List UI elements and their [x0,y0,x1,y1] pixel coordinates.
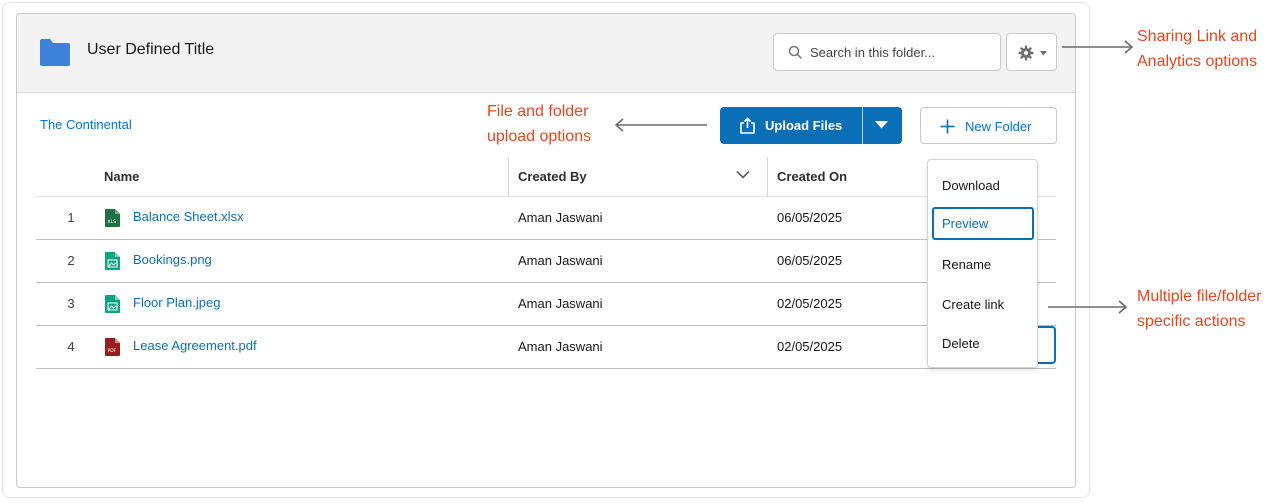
chevron-down-icon [875,121,888,129]
menu-item-label: Delete [942,336,980,351]
menu-item-label: Preview [942,216,989,231]
row-number: 3 [67,296,75,311]
image-file-icon [105,252,120,270]
search-icon [788,45,802,59]
menu-item-download[interactable]: Download [932,169,1034,202]
menu-item-label: Download [942,178,1000,193]
annotation-upload: File and folder upload options [487,99,591,149]
row-number: 4 [67,339,75,354]
created-by-cell: Aman Jaswani [518,296,603,311]
annotation-sharing: Sharing Link and Analytics options [1137,24,1257,74]
new-folder-button[interactable]: New Folder [920,107,1057,144]
card-header: User Defined Title [17,14,1075,93]
excel-file-icon: XLS [105,209,120,227]
svg-text:PDF: PDF [108,348,117,354]
created-on-cell: 06/05/2025 [777,210,843,225]
annotation-text: Analytics options [1137,53,1258,70]
settings-menu-button[interactable] [1006,33,1057,71]
upload-button-group: Upload Files [720,107,902,144]
annotation-arrow-right [1062,40,1134,54]
menu-item-delete[interactable]: Delete [932,327,1034,360]
table-row[interactable]: 2 Bookings.png Aman Jaswani 06/05/2025 [36,240,1056,283]
chevron-down-icon[interactable] [736,170,750,179]
upload-files-button[interactable]: Upload Files [720,107,862,144]
annotation-text: specific actions [1137,313,1246,330]
annotation-text: Sharing Link and [1137,28,1258,45]
menu-item-label: Create link [942,297,1005,312]
menu-item-label: Rename [942,257,992,272]
file-name-link[interactable]: Bookings.png [133,252,212,267]
breadcrumb[interactable]: The Continental [40,117,132,132]
created-by-cell: Aman Jaswani [518,339,603,354]
annotation-actions: Multiple file/folder specific actions [1137,284,1262,334]
annotation-text: Multiple file/folder [1137,288,1262,305]
table-row[interactable]: 1 XLS Balance Sheet.xlsx Aman Jaswani 06… [36,197,1056,240]
annotation-text: upload options [487,128,592,145]
column-header-name[interactable]: Name [104,169,139,184]
pdf-file-icon: PDF [105,338,120,356]
created-by-cell: Aman Jaswani [518,253,603,268]
row-number: 2 [67,253,75,268]
image-file-icon [105,295,120,313]
upload-icon [740,117,755,134]
annotation-text: File and folder [487,103,589,120]
table-row[interactable]: 4 PDF Lease Agreement.pdf Aman Jaswani 0… [36,326,1056,369]
svg-text:XLS: XLS [108,219,117,225]
file-name-link[interactable]: Floor Plan.jpeg [133,295,220,310]
file-name-link[interactable]: Balance Sheet.xlsx [133,209,244,224]
upload-files-label: Upload Files [765,118,843,133]
annotation-arrow-left [614,118,707,132]
gear-icon [1018,45,1034,61]
new-folder-label: New Folder [965,119,1032,134]
file-name-link[interactable]: Lease Agreement.pdf [133,338,257,353]
table-header: Name Created By Created On [36,157,1056,197]
upload-options-dropdown[interactable] [863,107,902,144]
row-actions-menu: Download Preview Rename Create link Dele… [927,159,1038,368]
row-number: 1 [67,210,75,225]
created-on-cell: 02/05/2025 [777,296,843,311]
page-title: User Defined Title [87,41,215,58]
folder-icon [40,39,70,66]
annotation-arrow-right [1048,300,1128,314]
file-table: Name Created By Created On 1 XLS Balance… [36,157,1056,369]
created-on-cell: 06/05/2025 [777,253,843,268]
search-box[interactable] [773,33,1001,71]
plus-icon [940,119,955,134]
column-divider [508,157,509,197]
created-on-cell: 02/05/2025 [777,339,843,354]
column-divider [767,157,768,197]
column-header-created-on[interactable]: Created On [777,169,847,184]
menu-item-rename[interactable]: Rename [932,248,1034,281]
menu-item-preview[interactable]: Preview [932,207,1034,240]
search-input[interactable] [810,42,990,62]
table-row[interactable]: 3 Floor Plan.jpeg Aman Jaswani 02/05/202… [36,283,1056,326]
menu-item-create-link[interactable]: Create link [932,288,1034,321]
column-header-created-by[interactable]: Created By [518,169,587,184]
chevron-down-icon [1040,51,1047,56]
created-by-cell: Aman Jaswani [518,210,603,225]
